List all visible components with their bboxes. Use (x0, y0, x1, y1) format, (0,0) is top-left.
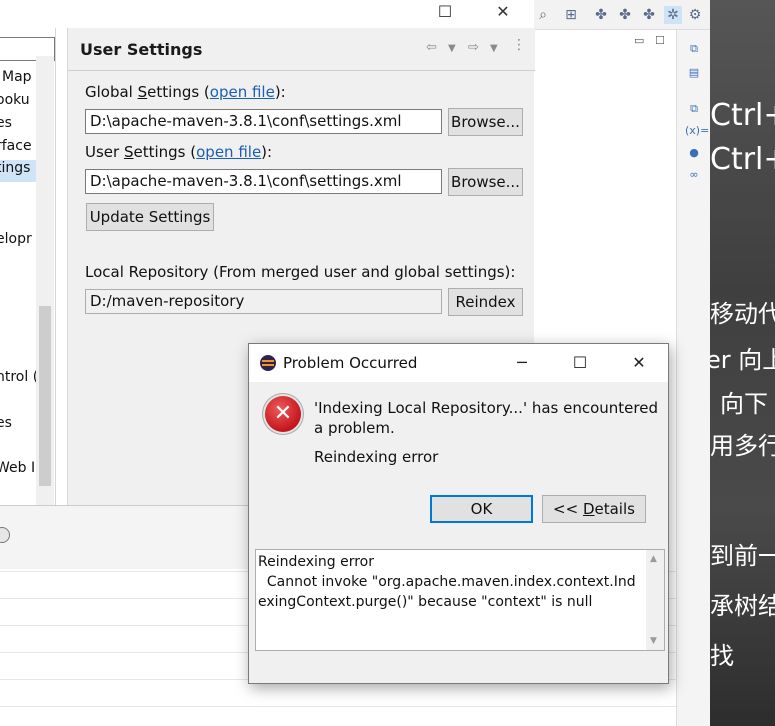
wallpaper-text: Ctrl+ (710, 142, 775, 177)
git-perspective-icon[interactable]: ✤ (616, 6, 634, 24)
label-text: ): (274, 83, 286, 101)
tree-item[interactable]: elopr (0, 231, 32, 247)
user-settings-field[interactable]: D:\apache-maven-3.8.1\conf\settings.xml (85, 169, 442, 194)
maximize-icon[interactable]: ☐ (422, 0, 468, 28)
tree-item[interactable]: Web I (0, 460, 35, 476)
forward-arrow-icon[interactable]: ⇨ (468, 40, 479, 55)
dialog-title: Problem Occurred (283, 354, 418, 372)
wallpaper-text: 承树结 (710, 592, 775, 620)
tree-item-selected[interactable]: tings (0, 160, 36, 182)
tree-item[interactable]: ooku (0, 92, 30, 108)
global-settings-label: Global Settings (open file): (85, 83, 286, 101)
problem-occurred-dialog: Problem Occurred ─ ☐ ✕ ✕ 'Indexing Local… (248, 343, 669, 684)
details-scrollbar[interactable]: ▲ ▼ (646, 550, 664, 650)
back-menu-icon[interactable]: ▼ (448, 43, 456, 54)
details-button[interactable]: << Details (542, 495, 646, 523)
label-text: Global (85, 83, 138, 101)
global-browse-button[interactable]: Browse... (448, 108, 523, 136)
wallpaper-text: 用多行 (710, 432, 775, 460)
details-prefix: << (553, 500, 583, 518)
view-minimize-icon[interactable]: ▭ (634, 34, 644, 47)
close-icon[interactable]: ✕ (624, 350, 654, 376)
right-trim-stack: ⧉ ▤ ⧉ (x)= ● ∞ (676, 30, 710, 726)
team-perspective-icon[interactable]: ⚙ (686, 6, 704, 24)
view-maximize-icon[interactable]: ☐ (655, 34, 665, 47)
scroll-down-icon[interactable]: ▼ (650, 636, 657, 646)
wallpaper-text: 移动代 (710, 300, 775, 328)
tree-item[interactable]: rface (0, 138, 32, 154)
open-perspective-icon[interactable]: ⊞ (562, 6, 580, 24)
preferences-tree: Map ooku es rface tings elopr ntrol ( es… (0, 28, 56, 505)
eclipse-icon (260, 355, 276, 371)
reindex-button[interactable]: Reindex (448, 288, 523, 316)
table-row (0, 680, 676, 707)
search-icon[interactable]: ⌕ (534, 6, 552, 24)
wallpaper-text: 向下 (720, 390, 768, 418)
ok-button[interactable]: OK (430, 495, 533, 523)
wallpaper-text: Ctrl+ (710, 98, 775, 133)
global-settings-field[interactable]: D:\apache-maven-3.8.1\conf\settings.xml (85, 109, 442, 134)
user-settings-label: User Settings (open file): (85, 143, 272, 161)
restore-icon[interactable]: ⧉ (685, 40, 703, 58)
restore-icon-2[interactable]: ⧉ (685, 100, 703, 118)
variables-view-icon[interactable]: (x)= (685, 122, 709, 140)
user-open-file-link[interactable]: open file (196, 143, 261, 161)
wallpaper-text: 到前一 (710, 542, 775, 570)
desktop-wallpaper: Ctrl+ Ctrl+ 移动代 er 向上 向下 用多行 到前一 承树结 找 (710, 0, 775, 726)
outline-view-icon[interactable]: ▤ (685, 64, 703, 82)
forward-menu-icon[interactable]: ▼ (490, 43, 498, 54)
global-open-file-link[interactable]: open file (210, 83, 275, 101)
dialog-message: 'Indexing Local Repository...' has encou… (314, 399, 658, 437)
page-header: User Settings ⇦ ▼ ⇨ ▼ ⋮ (68, 28, 535, 71)
user-browse-button[interactable]: Browse... (448, 168, 523, 196)
update-settings-button[interactable]: Update Settings (86, 203, 214, 231)
wallpaper-text: 找 (710, 642, 734, 670)
close-icon[interactable]: ✕ (480, 0, 526, 28)
label-text: User (85, 143, 124, 161)
expressions-view-icon[interactable]: ∞ (685, 166, 703, 184)
wallpaper-text: er 向上 (710, 346, 775, 374)
label-text: ): (261, 143, 273, 161)
local-repository-label: Local Repository (From merged user and g… (85, 263, 516, 281)
details-textarea[interactable]: Reindexing error Cannot invoke "org.apac… (255, 549, 665, 651)
tree-item[interactable]: es (0, 115, 12, 131)
tree-item[interactable]: ntrol ( (0, 369, 38, 385)
scroll-up-icon[interactable]: ▲ (650, 554, 657, 564)
details-text: Reindexing error Cannot invoke "org.apac… (258, 554, 636, 610)
preferences-titlebar: ☐ ✕ (0, 0, 534, 28)
breakpoints-view-icon[interactable]: ● (685, 144, 703, 162)
view-menu-icon[interactable]: ⋮ (512, 37, 526, 53)
minimize-icon[interactable]: ─ (507, 350, 537, 376)
details-rest: etails (594, 500, 635, 518)
page-title: User Settings (80, 40, 203, 59)
error-x-icon: ✕ (265, 396, 301, 432)
details-mnemonic: D (582, 500, 595, 518)
java-perspective-icon[interactable]: ✤ (592, 6, 610, 24)
dialog-submessage: Reindexing error (314, 448, 439, 466)
local-repository-field: D:/maven-repository (85, 289, 442, 314)
label-text: ettings ( (133, 143, 197, 161)
java-ee-perspective-icon[interactable]: ✤ (640, 6, 658, 24)
label-mnemonic: S (123, 143, 134, 161)
maximize-icon[interactable]: ☐ (565, 350, 595, 376)
tree-item[interactable]: es (0, 415, 12, 431)
tree-vertical-scrollbar[interactable] (36, 56, 54, 505)
scrollbar-thumb[interactable] (39, 306, 51, 486)
ide-toolbar: ⌕ ⊞ ✤ ✤ ✤ ✲ ⚙ (534, 0, 710, 30)
dialog-titlebar: Problem Occurred ─ ☐ ✕ (249, 344, 668, 382)
tree-item[interactable]: Map (2, 69, 32, 85)
debug-perspective-icon[interactable]: ✲ (664, 6, 682, 24)
back-arrow-icon[interactable]: ⇦ (426, 40, 437, 55)
label-mnemonic: S (137, 83, 148, 101)
label-text: ettings ( (147, 83, 210, 101)
